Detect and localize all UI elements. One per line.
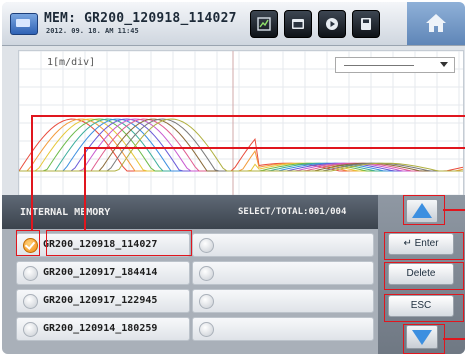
annotation-box-enter xyxy=(384,232,464,260)
graph-icon xyxy=(257,17,271,31)
annotation-box-checkbox xyxy=(16,230,40,256)
memory-icon xyxy=(10,13,38,35)
radio-icon[interactable] xyxy=(199,322,214,337)
home-icon xyxy=(426,14,446,32)
annotation-box-up xyxy=(403,195,445,225)
file-item-3[interactable]: GR200_120917_122945 xyxy=(16,289,190,313)
memory-panel-header: INTERNAL MEMORY SELECT/TOTAL:001/004 xyxy=(2,195,378,229)
annotation-line xyxy=(443,338,465,340)
range-dropdown[interactable] xyxy=(335,57,455,73)
chevron-down-icon xyxy=(440,62,448,67)
device-screen: MEM: GR200_120918_114027 2012. 09. 18. A… xyxy=(2,2,465,354)
play-button[interactable] xyxy=(318,10,346,38)
annotation-line xyxy=(443,209,465,211)
empty-slot[interactable] xyxy=(192,233,374,257)
annotation-line xyxy=(84,147,465,149)
save-icon xyxy=(361,18,371,30)
file-name: GR200_120917_122945 xyxy=(43,295,158,306)
waveform-curve xyxy=(19,118,463,172)
header-bar: MEM: GR200_120918_114027 2012. 09. 18. A… xyxy=(2,2,465,46)
window-icon xyxy=(292,19,304,29)
empty-slot[interactable] xyxy=(192,261,374,285)
select-total-label: SELECT/TOTAL:001/004 xyxy=(238,207,347,217)
radio-icon[interactable] xyxy=(23,294,38,309)
home-button[interactable] xyxy=(407,2,465,45)
radio-icon[interactable] xyxy=(199,294,214,309)
graph-view-button[interactable] xyxy=(250,10,278,38)
annotation-box-esc xyxy=(384,294,464,322)
empty-slot[interactable] xyxy=(192,317,374,341)
datetime-label: 2012. 09. 18. AM 11:45 xyxy=(46,27,139,35)
annotation-box-delete xyxy=(384,262,464,290)
file-name: GR200_120914_180259 xyxy=(43,323,158,334)
file-name: GR200_120917_184414 xyxy=(43,267,158,278)
list-item: GR200_120917_122945 xyxy=(16,289,374,313)
radio-icon[interactable] xyxy=(23,322,38,337)
annotation-line xyxy=(31,115,33,230)
radio-icon[interactable] xyxy=(199,238,214,253)
annotation-box-down xyxy=(403,324,445,354)
play-icon xyxy=(326,18,338,30)
list-item: GR200_120917_184414 xyxy=(16,261,374,285)
radio-icon[interactable] xyxy=(199,266,214,281)
annotation-line xyxy=(31,115,465,117)
scale-unit-label: 1[m/div] xyxy=(47,57,96,68)
list-item: GR200_120914_180259 xyxy=(16,317,374,341)
empty-slot[interactable] xyxy=(192,289,374,313)
file-item-4[interactable]: GR200_120914_180259 xyxy=(16,317,190,341)
file-item-2[interactable]: GR200_120917_184414 xyxy=(16,261,190,285)
memory-panel-title: INTERNAL MEMORY xyxy=(20,207,111,218)
save-button[interactable] xyxy=(352,10,380,38)
radio-icon[interactable] xyxy=(23,266,38,281)
annotation-line xyxy=(84,147,86,230)
memory-file-title: MEM: GR200_120918_114027 xyxy=(44,11,237,26)
window-view-button[interactable] xyxy=(284,10,312,38)
annotation-box-filename xyxy=(46,230,192,256)
